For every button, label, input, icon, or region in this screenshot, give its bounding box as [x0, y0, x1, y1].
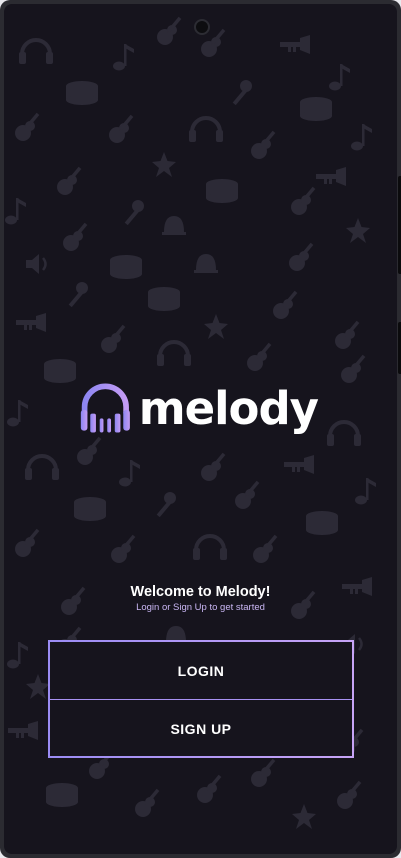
- signup-button[interactable]: SIGN UP: [50, 700, 352, 757]
- welcome-title: Welcome to Melody!: [130, 584, 271, 600]
- app-logo: melody: [78, 378, 319, 438]
- login-button[interactable]: LOGIN: [50, 642, 352, 699]
- headphones-logo-icon: [80, 383, 130, 433]
- front-camera: [194, 19, 210, 35]
- app-name: melody: [138, 381, 319, 435]
- welcome-subtitle: Login or Sign Up to get started: [136, 602, 265, 613]
- phone-frame: melody Welcome to Melody! Login or Sign …: [0, 0, 401, 858]
- auth-button-group: LOGIN SIGN UP: [48, 640, 354, 758]
